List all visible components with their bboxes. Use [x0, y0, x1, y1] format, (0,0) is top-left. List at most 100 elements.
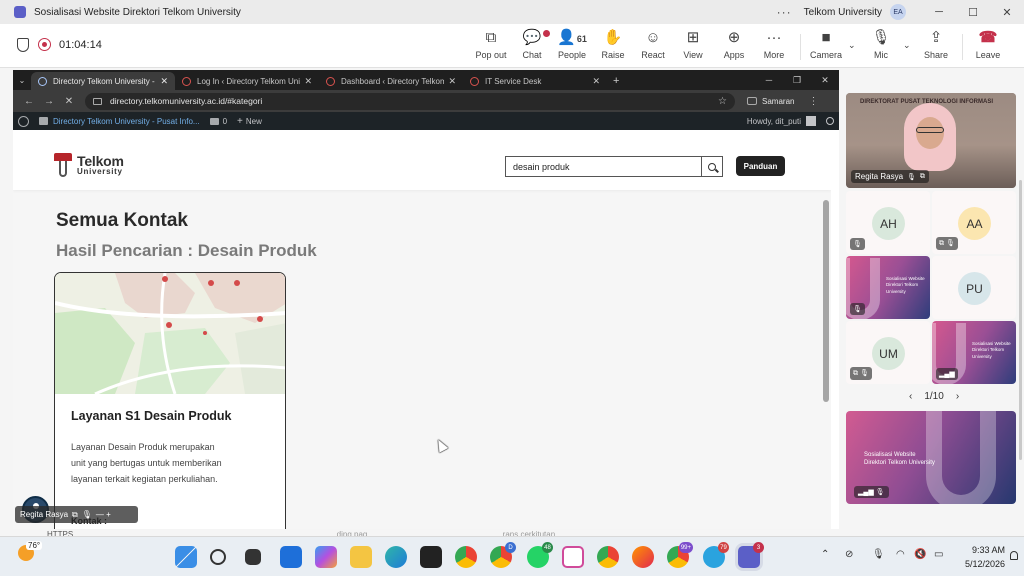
wp-search-icon[interactable]	[826, 117, 834, 125]
bookmark-star-icon[interactable]: ☆	[718, 96, 727, 107]
mic-options-chevron-icon[interactable]: ⌄	[903, 40, 911, 51]
close-tab-icon[interactable]: ✕	[592, 76, 600, 87]
org-name[interactable]: Telkom University	[804, 7, 882, 18]
wp-account-menu[interactable]: Howdy, dit_puti	[747, 116, 816, 126]
search-button[interactable]	[701, 157, 722, 176]
site-info-icon[interactable]	[93, 97, 102, 105]
browser-restore-button[interactable]: ❐	[783, 70, 811, 90]
edge-icon[interactable]	[385, 546, 407, 568]
firefox-icon[interactable]	[632, 546, 654, 568]
signal-bars-icon: ▂▄▆ 🎙	[854, 486, 889, 498]
location-map[interactable]	[55, 273, 285, 394]
meet-now-icon[interactable]: ⊘	[845, 549, 853, 560]
browser-close-button[interactable]: ✕	[811, 70, 839, 90]
camera-options-chevron-icon[interactable]: ⌄	[848, 40, 856, 51]
new-tab-icon[interactable]: +	[613, 75, 619, 87]
camera-button[interactable]: ■ Camera	[806, 28, 846, 60]
notification-bell-icon[interactable]	[1010, 551, 1018, 560]
close-tab-icon[interactable]: ✕	[160, 76, 168, 87]
pager-next-icon[interactable]: ›	[956, 391, 959, 402]
whatsapp-icon[interactable]: 48	[527, 542, 553, 568]
sticky-notes-icon[interactable]	[420, 546, 442, 568]
hand-icon: ✋	[603, 29, 623, 46]
browser-minimize-button[interactable]: ─	[755, 70, 783, 90]
url-field[interactable]: directory.telkomuniversity.ac.id/#katego…	[85, 92, 735, 110]
tray-expand-icon[interactable]: ⌃	[821, 549, 829, 560]
zoom-controls[interactable]: — +	[96, 510, 111, 519]
weather-widget[interactable]: 76°	[18, 541, 43, 561]
participant-tile[interactable]: AH 🎙	[846, 191, 930, 254]
raise-hand-button[interactable]: ✋ Raise	[593, 28, 633, 60]
tab-search-chevron-icon[interactable]: ⌄	[13, 70, 31, 90]
contact-card[interactable]: Layanan S1 Desain Produk Layanan Desain …	[54, 272, 286, 529]
outlook-icon[interactable]	[280, 546, 302, 568]
telkom-university-logo[interactable]: Telkom University	[54, 153, 124, 177]
leave-button[interactable]: ☎ Leave	[968, 28, 1008, 60]
profile-button[interactable]: Samaran	[747, 97, 794, 106]
teams-icon[interactable]: 3	[738, 542, 764, 568]
react-button[interactable]: ☺ React	[633, 28, 673, 60]
search-input[interactable]: desain produk	[506, 157, 701, 176]
participant-tile-share[interactable]: Sosialisasi Website Direktori Telkom Univ…	[846, 256, 930, 319]
close-window-button[interactable]: ✕	[990, 6, 1024, 19]
microphone-icon[interactable]: 🎙	[872, 549, 885, 560]
system-clock[interactable]: 9:33 AM 5/12/2026	[965, 543, 1005, 571]
participant-tile-share[interactable]: Sosialisasi Website Direktori Telkom Univ…	[932, 321, 1016, 384]
telegram-icon[interactable]: 79	[703, 542, 729, 568]
chrome-profile-badge: D	[505, 542, 516, 553]
apps-button[interactable]: ⊕ Apps	[714, 28, 754, 60]
pager-prev-icon[interactable]: ‹	[909, 391, 912, 402]
user-avatar[interactable]: EA	[890, 4, 906, 20]
page-indicator: 1/10	[924, 391, 944, 402]
more-button[interactable]: ··· More	[754, 28, 794, 60]
mic-button[interactable]: 🎙 Mic	[861, 28, 901, 60]
telegram-badge: 79	[718, 542, 729, 553]
browser-menu-icon[interactable]: ⋮	[808, 96, 818, 107]
browser-tab-service-desk[interactable]: IT Service Desk ✕	[463, 72, 607, 90]
file-explorer-icon[interactable]	[350, 546, 372, 568]
people-icon: 👤61	[557, 29, 587, 46]
view-button[interactable]: ⊞ View	[673, 28, 713, 60]
snipping-tool-icon[interactable]	[562, 546, 584, 568]
participant-video-share[interactable]: Sosialisasi Website Direktori Telkom Univ…	[846, 411, 1016, 504]
popout-button[interactable]: ⧉ Pop out	[471, 28, 511, 60]
close-tab-icon[interactable]: ✕	[448, 76, 456, 87]
panel-scrollbar[interactable]	[1019, 180, 1022, 460]
participant-video-main[interactable]: DIREKTORAT PUSAT TEKNOLOGI INFORMASI Reg…	[846, 93, 1016, 188]
windows-start-icon[interactable]	[175, 546, 197, 568]
search-icon[interactable]	[210, 549, 226, 565]
wp-site-link[interactable]: Directory Telkom University - Pusat Info…	[53, 117, 200, 126]
volume-muted-icon[interactable]: 🔇	[914, 549, 926, 560]
close-tab-icon[interactable]: ✕	[304, 76, 312, 87]
copilot-icon[interactable]	[315, 546, 337, 568]
task-view-icon[interactable]	[245, 549, 261, 565]
stop-loading-icon[interactable]: ✕	[59, 96, 79, 107]
participant-tile[interactable]: UM ⧉ 🎙	[846, 321, 930, 384]
url-text: directory.telkomuniversity.ac.id/#katego…	[110, 96, 263, 106]
chrome-work-icon[interactable]: 99+	[667, 542, 693, 568]
wordpress-logo-icon[interactable]	[18, 115, 29, 127]
comment-icon[interactable]	[209, 117, 219, 125]
maximize-window-button[interactable]: ☐	[956, 6, 990, 19]
card-title[interactable]: Layanan S1 Desain Produk	[71, 409, 231, 423]
chat-button[interactable]: 💬 Chat	[512, 28, 552, 60]
participant-tile[interactable]: AA ⧉ 🎙	[932, 191, 1016, 254]
minimize-window-button[interactable]: ─	[922, 6, 956, 18]
back-arrow-icon[interactable]: ←	[19, 96, 39, 107]
chrome-icon[interactable]	[455, 546, 477, 568]
chrome-profile-icon[interactable]: D	[490, 542, 516, 568]
people-button[interactable]: 👤61 People	[552, 28, 592, 60]
forward-arrow-icon[interactable]: →	[39, 96, 59, 107]
browser-tab-directory[interactable]: Directory Telkom University - P ✕	[31, 72, 175, 90]
wifi-icon[interactable]: ◠	[896, 549, 905, 560]
share-button[interactable]: ⇪ Share	[916, 28, 956, 60]
chrome-user-icon[interactable]	[597, 546, 619, 568]
participant-tile[interactable]: PU	[932, 256, 1016, 319]
panduan-button[interactable]: Panduan	[736, 156, 785, 176]
browser-tab-login[interactable]: Log In ‹ Directory Telkom Univ ✕	[175, 72, 319, 90]
more-options-button[interactable]: ···	[777, 5, 792, 19]
browser-tab-dashboard[interactable]: Dashboard ‹ Directory Telkom ✕	[319, 72, 463, 90]
wp-new-menu[interactable]: New	[246, 117, 262, 126]
page-scrollbar[interactable]	[823, 200, 829, 402]
battery-icon[interactable]: ▭	[934, 549, 943, 560]
